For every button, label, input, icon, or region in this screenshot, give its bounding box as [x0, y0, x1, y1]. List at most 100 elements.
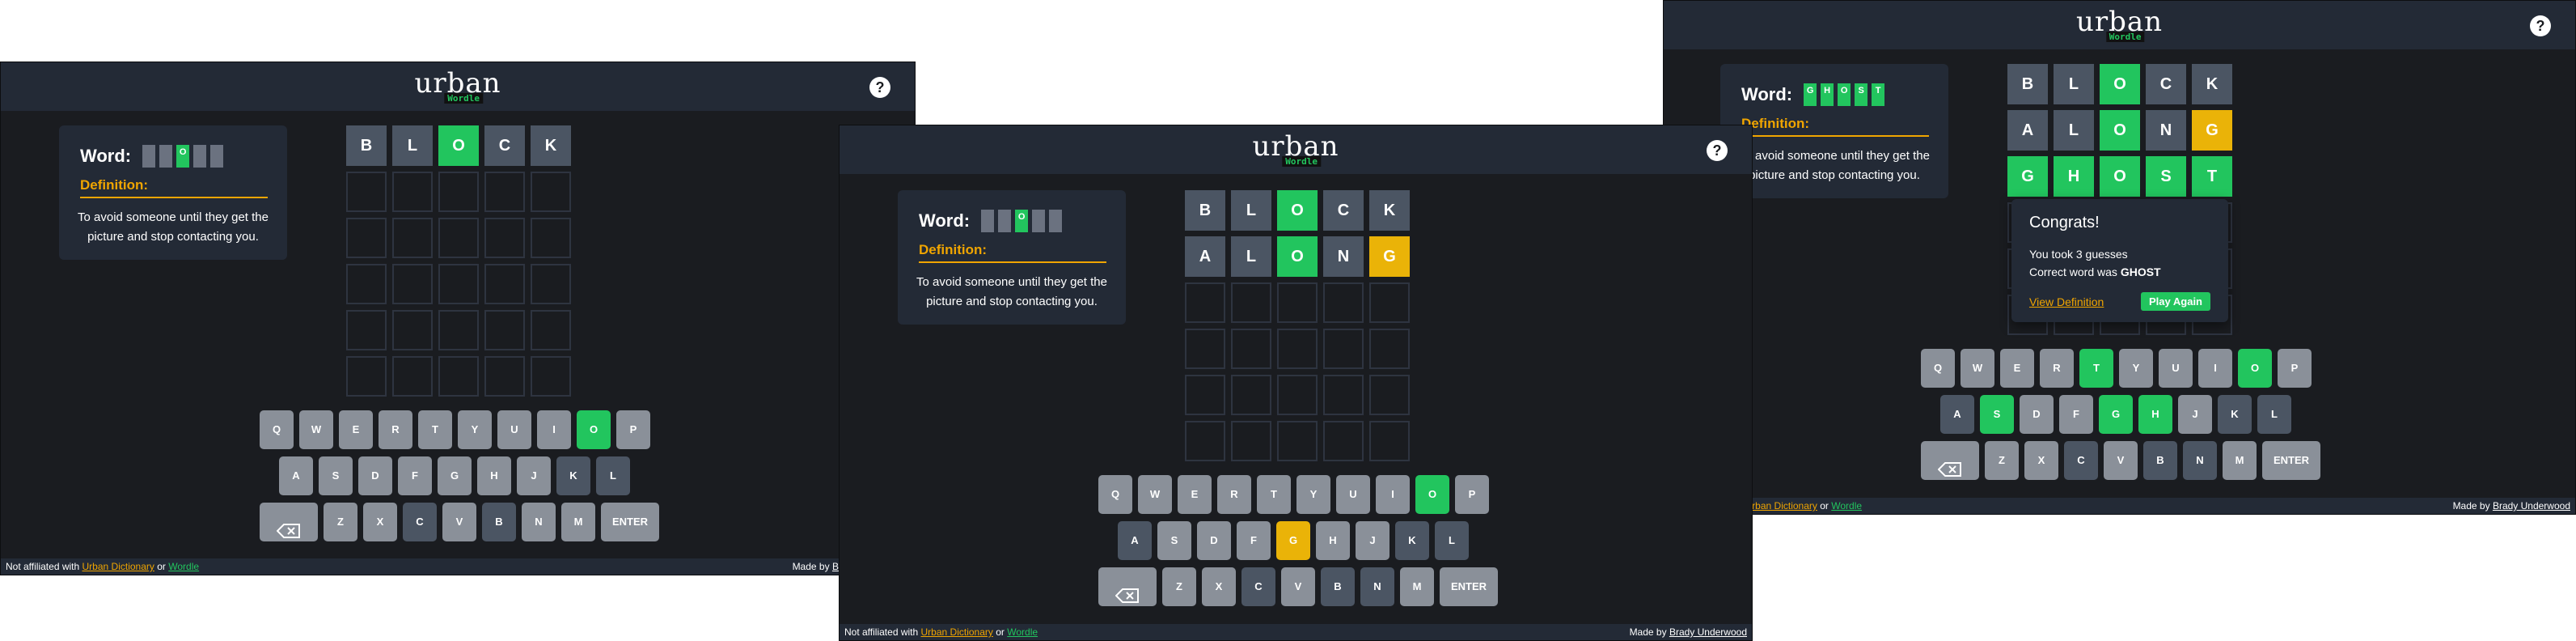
key-x[interactable]: X: [1202, 567, 1236, 606]
key-p[interactable]: P: [1455, 475, 1489, 514]
key-e[interactable]: E: [2000, 349, 2034, 388]
key-u[interactable]: U: [2159, 349, 2193, 388]
key-i[interactable]: I: [1376, 475, 1410, 514]
key-j[interactable]: J: [517, 456, 551, 495]
key-v[interactable]: V: [442, 503, 476, 541]
key-k[interactable]: K: [2218, 395, 2252, 434]
key-d[interactable]: D: [358, 456, 392, 495]
key-c[interactable]: C: [403, 503, 437, 541]
key-z[interactable]: Z: [1985, 441, 2019, 480]
key-b[interactable]: B: [482, 503, 516, 541]
key-z[interactable]: Z: [1162, 567, 1196, 606]
key-i[interactable]: I: [2198, 349, 2232, 388]
key-l[interactable]: L: [596, 456, 630, 495]
key-q[interactable]: Q: [1921, 349, 1955, 388]
wordle-link[interactable]: Wordle: [168, 561, 199, 572]
key-p[interactable]: P: [2278, 349, 2312, 388]
key-f[interactable]: F: [398, 456, 432, 495]
key-m[interactable]: M: [1400, 567, 1434, 606]
key-s[interactable]: S: [1980, 395, 2014, 434]
enter-key[interactable]: ENTER: [1440, 567, 1498, 606]
key-p[interactable]: P: [616, 410, 650, 449]
key-g[interactable]: G: [2099, 395, 2133, 434]
key-z[interactable]: Z: [324, 503, 357, 541]
key-r[interactable]: R: [1217, 475, 1251, 514]
key-w[interactable]: W: [299, 410, 333, 449]
key-n[interactable]: N: [2183, 441, 2217, 480]
wordle-link[interactable]: Wordle: [1831, 500, 1862, 512]
key-m[interactable]: M: [2223, 441, 2257, 480]
key-w[interactable]: W: [1138, 475, 1172, 514]
key-u[interactable]: U: [497, 410, 531, 449]
key-i[interactable]: I: [537, 410, 571, 449]
logo[interactable]: urban Wordle: [2075, 7, 2164, 45]
key-j[interactable]: J: [2178, 395, 2212, 434]
key-y[interactable]: Y: [458, 410, 492, 449]
play-again-button[interactable]: Play Again: [2141, 292, 2210, 311]
key-n[interactable]: N: [1360, 567, 1394, 606]
enter-key[interactable]: ENTER: [601, 503, 659, 541]
key-n[interactable]: N: [522, 503, 556, 541]
key-d[interactable]: D: [1197, 521, 1231, 560]
key-m[interactable]: M: [561, 503, 595, 541]
help-icon[interactable]: ?: [1707, 140, 1728, 161]
key-y[interactable]: Y: [2119, 349, 2153, 388]
help-icon[interactable]: ?: [869, 77, 890, 98]
key-a[interactable]: A: [1118, 521, 1152, 560]
help-icon[interactable]: ?: [2530, 15, 2551, 36]
wordle-link[interactable]: Wordle: [1007, 626, 1038, 638]
backspace-key[interactable]: [260, 503, 318, 541]
key-r[interactable]: R: [2040, 349, 2074, 388]
key-d[interactable]: D: [2020, 395, 2054, 434]
key-h[interactable]: H: [477, 456, 511, 495]
key-u[interactable]: U: [1336, 475, 1370, 514]
logo[interactable]: urban Wordle: [1251, 132, 1340, 169]
key-t[interactable]: T: [2079, 349, 2113, 388]
key-x[interactable]: X: [363, 503, 397, 541]
author-link[interactable]: Brady Underwood: [1669, 626, 1747, 638]
key-y[interactable]: Y: [1296, 475, 1330, 514]
key-g[interactable]: G: [438, 456, 472, 495]
key-v[interactable]: V: [1281, 567, 1315, 606]
key-b[interactable]: B: [2143, 441, 2177, 480]
key-l[interactable]: L: [2257, 395, 2291, 434]
key-x[interactable]: X: [2024, 441, 2058, 480]
key-c[interactable]: C: [1241, 567, 1275, 606]
backspace-key[interactable]: [1098, 567, 1157, 606]
backspace-key[interactable]: [1921, 441, 1979, 480]
key-a[interactable]: A: [1940, 395, 1974, 434]
key-o[interactable]: O: [1415, 475, 1449, 514]
key-h[interactable]: H: [2138, 395, 2172, 434]
key-l[interactable]: L: [1435, 521, 1469, 560]
key-r[interactable]: R: [379, 410, 412, 449]
key-j[interactable]: J: [1356, 521, 1390, 560]
key-h[interactable]: H: [1316, 521, 1350, 560]
key-k[interactable]: K: [1395, 521, 1429, 560]
key-g[interactable]: G: [1276, 521, 1310, 560]
key-t[interactable]: T: [418, 410, 452, 449]
key-e[interactable]: E: [339, 410, 373, 449]
key-q[interactable]: Q: [1098, 475, 1132, 514]
key-t[interactable]: T: [1257, 475, 1291, 514]
key-f[interactable]: F: [1237, 521, 1271, 560]
key-k[interactable]: K: [556, 456, 590, 495]
key-v[interactable]: V: [2104, 441, 2138, 480]
key-s[interactable]: S: [1157, 521, 1191, 560]
key-o[interactable]: O: [2238, 349, 2272, 388]
key-q[interactable]: Q: [260, 410, 294, 449]
key-b[interactable]: B: [1321, 567, 1355, 606]
view-definition-link[interactable]: View Definition: [2029, 295, 2104, 308]
key-s[interactable]: S: [319, 456, 353, 495]
key-e[interactable]: E: [1178, 475, 1212, 514]
urban-dictionary-link[interactable]: Urban Dictionary: [1745, 500, 1817, 512]
author-link[interactable]: Brady Underwood: [2493, 500, 2570, 512]
key-w[interactable]: W: [1961, 349, 1994, 388]
enter-key[interactable]: ENTER: [2262, 441, 2320, 480]
urban-dictionary-link[interactable]: Urban Dictionary: [921, 626, 993, 638]
urban-dictionary-link[interactable]: Urban Dictionary: [82, 561, 154, 572]
logo[interactable]: urban Wordle: [413, 69, 502, 106]
key-a[interactable]: A: [279, 456, 313, 495]
key-c[interactable]: C: [2064, 441, 2098, 480]
key-f[interactable]: F: [2059, 395, 2093, 434]
key-o[interactable]: O: [577, 410, 611, 449]
